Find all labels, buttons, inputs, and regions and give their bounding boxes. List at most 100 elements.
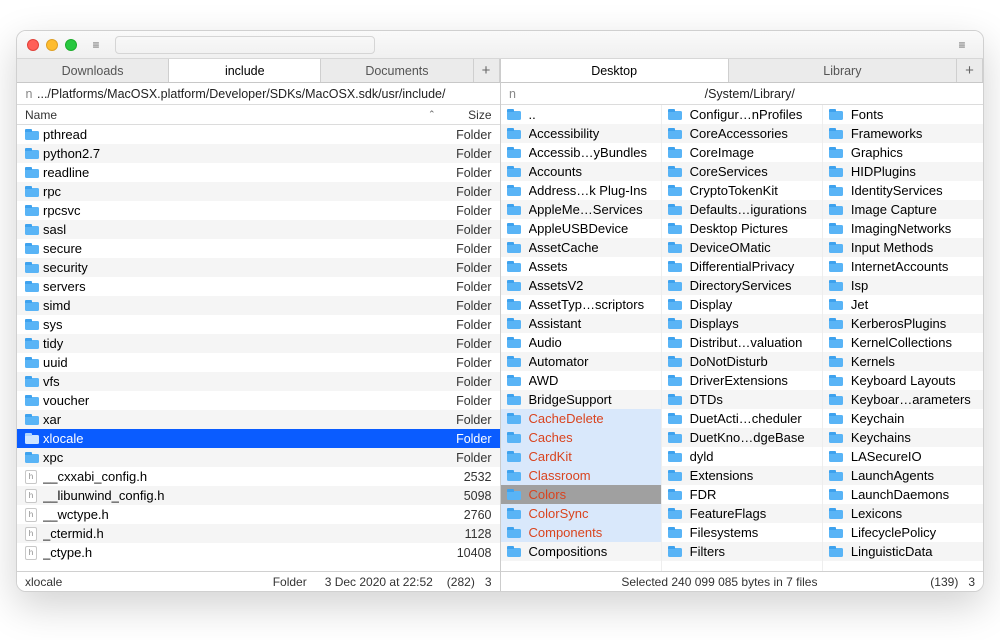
list-item[interactable]: Fonts [823,105,983,124]
tab-add-right[interactable]: + [957,59,983,82]
list-item[interactable]: IdentityServices [823,181,983,200]
minimize-icon[interactable] [46,39,58,51]
list-item[interactable]: Filters [662,542,822,561]
tab-add-left[interactable]: + [474,59,500,82]
list-item[interactable]: Assets [501,257,661,276]
list-item[interactable]: AWD [501,371,661,390]
table-row[interactable]: python2.7Folder [17,144,500,163]
zoom-icon[interactable] [65,39,77,51]
table-row[interactable]: voucherFolder [17,391,500,410]
list-item[interactable]: DTDs [662,390,822,409]
table-row[interactable]: h__cxxabi_config.h2532 [17,467,500,486]
list-item[interactable]: Classroom [501,466,661,485]
list-item[interactable]: DirectoryServices [662,276,822,295]
list-item[interactable]: Colors [501,485,661,504]
list-item[interactable]: Accounts [501,162,661,181]
close-icon[interactable] [27,39,39,51]
table-row[interactable]: tidyFolder [17,334,500,353]
list-item[interactable]: FeatureFlags [662,504,822,523]
list-item[interactable]: CardKit [501,447,661,466]
table-row[interactable]: securityFolder [17,258,500,277]
tab-library[interactable]: Library [729,59,957,82]
list-item[interactable]: Jet [823,295,983,314]
list-item[interactable]: .. [501,105,661,124]
list-item[interactable]: CacheDelete [501,409,661,428]
list-item[interactable]: Address…k Plug-Ins [501,181,661,200]
list-item[interactable]: CoreAccessories [662,124,822,143]
table-row[interactable]: xlocaleFolder [17,429,500,448]
table-row[interactable]: rpcsvcFolder [17,201,500,220]
table-row[interactable]: simdFolder [17,296,500,315]
list-item[interactable]: AppleMe…Services [501,200,661,219]
list-item[interactable]: Displays [662,314,822,333]
list-mode-icon[interactable]: ≡ [85,36,107,54]
list-mode-icon-right[interactable]: ≡ [951,36,973,54]
left-list[interactable]: pthreadFolderpython2.7FolderreadlineFold… [17,125,500,571]
left-column-header[interactable]: Name ⌃ Size [17,105,500,125]
tab-include[interactable]: include [169,59,321,82]
list-item[interactable]: Assistant [501,314,661,333]
table-row[interactable]: h__wctype.h2760 [17,505,500,524]
list-item[interactable]: CryptoTokenKit [662,181,822,200]
list-item[interactable]: LASecureIO [823,447,983,466]
list-item[interactable]: FDR [662,485,822,504]
table-row[interactable]: sysFolder [17,315,500,334]
list-item[interactable]: Configur…nProfiles [662,105,822,124]
list-item[interactable]: DriverExtensions [662,371,822,390]
table-row[interactable]: xarFolder [17,410,500,429]
list-item[interactable]: AssetsV2 [501,276,661,295]
list-item[interactable]: Kernels [823,352,983,371]
table-row[interactable]: secureFolder [17,239,500,258]
list-item[interactable]: Audio [501,333,661,352]
list-item[interactable]: Extensions [662,466,822,485]
list-item[interactable]: Caches [501,428,661,447]
list-item[interactable]: AppleUSBDevice [501,219,661,238]
list-item[interactable]: CoreImage [662,143,822,162]
list-item[interactable]: Accessibility [501,124,661,143]
table-row[interactable]: saslFolder [17,220,500,239]
table-row[interactable]: pthreadFolder [17,125,500,144]
table-row[interactable]: readlineFolder [17,163,500,182]
list-item[interactable]: DeviceOMatic [662,238,822,257]
list-item[interactable]: KerberosPlugins [823,314,983,333]
list-item[interactable]: Lexicons [823,504,983,523]
table-row[interactable]: h_ctermid.h1128 [17,524,500,543]
list-item[interactable]: Automator [501,352,661,371]
list-item[interactable]: DuetActi…cheduler [662,409,822,428]
list-item[interactable]: Keychains [823,428,983,447]
list-item[interactable]: Components [501,523,661,542]
table-row[interactable]: h__libunwind_config.h5098 [17,486,500,505]
list-item[interactable]: Defaults…igurations [662,200,822,219]
list-item[interactable]: DuetKno…dgeBase [662,428,822,447]
list-item[interactable]: Distribut…valuation [662,333,822,352]
list-item[interactable]: CoreServices [662,162,822,181]
list-item[interactable]: Keyboard Layouts [823,371,983,390]
list-item[interactable]: HIDPlugins [823,162,983,181]
list-item[interactable]: DoNotDisturb [662,352,822,371]
tab-downloads[interactable]: Downloads [17,59,169,82]
list-item[interactable]: DifferentialPrivacy [662,257,822,276]
list-item[interactable]: Input Methods [823,238,983,257]
table-row[interactable]: uuidFolder [17,353,500,372]
list-item[interactable]: Frameworks [823,124,983,143]
list-item[interactable]: KernelCollections [823,333,983,352]
list-item[interactable]: LaunchAgents [823,466,983,485]
list-item[interactable]: Graphics [823,143,983,162]
right-columns[interactable]: ..AccessibilityAccessib…yBundlesAccounts… [501,105,984,571]
table-row[interactable]: vfsFolder [17,372,500,391]
tab-documents[interactable]: Documents [321,59,473,82]
list-item[interactable]: Keychain [823,409,983,428]
right-path-bar[interactable]: n /System/Library/ [501,83,984,105]
list-item[interactable]: InternetAccounts [823,257,983,276]
table-row[interactable]: serversFolder [17,277,500,296]
list-item[interactable]: Keyboar…arameters [823,390,983,409]
list-item[interactable]: LinguisticData [823,542,983,561]
list-item[interactable]: Display [662,295,822,314]
list-item[interactable]: BridgeSupport [501,390,661,409]
list-item[interactable]: Desktop Pictures [662,219,822,238]
list-item[interactable]: AssetCache [501,238,661,257]
table-row[interactable]: h_ctype.h10408 [17,543,500,562]
list-item[interactable]: ImagingNetworks [823,219,983,238]
list-item[interactable]: Accessib…yBundles [501,143,661,162]
list-item[interactable]: Isp [823,276,983,295]
